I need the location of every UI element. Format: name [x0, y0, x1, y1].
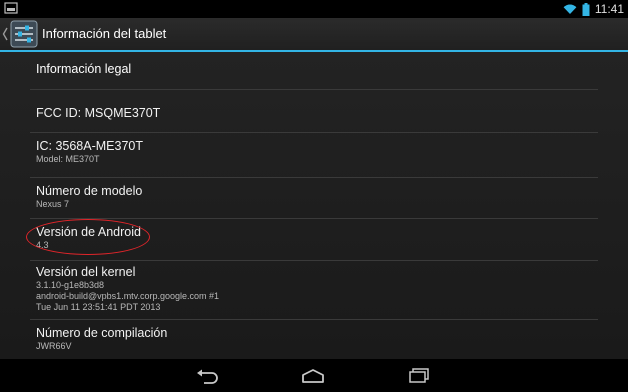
battery-icon — [582, 2, 590, 16]
wifi-icon — [563, 4, 577, 14]
home-icon[interactable] — [300, 366, 326, 386]
list-item-summary: android-build@vpbs1.mtv.corp.google.com … — [36, 291, 220, 301]
list-item-title: Número de modelo — [36, 184, 143, 198]
status-time: 11:41 — [594, 2, 624, 16]
settings-list: Información legal FCC ID: MSQME370T IC: … — [0, 52, 628, 359]
status-indicators: 11:41 — [563, 1, 624, 17]
list-item-title: Información legal — [36, 62, 132, 76]
page-title: Información del tablet — [42, 26, 167, 41]
list-item-title: FCC ID: MSQME370T — [36, 106, 161, 120]
list-item-summary: Tue Jun 11 23:51:41 PDT 2013 — [36, 302, 161, 312]
tablet-screen: 11:41 Información del tablet Información… — [0, 0, 628, 392]
settings-icon[interactable] — [10, 20, 38, 48]
list-item-summary: 3.1.10-g1e8b3d8 — [36, 280, 105, 290]
list-item-title: Número de compilación — [36, 326, 168, 340]
list-item-title: IC: 3568A-ME370T — [36, 139, 143, 153]
recent-apps-icon[interactable] — [406, 366, 432, 386]
up-caret-icon[interactable] — [2, 26, 8, 42]
back-icon[interactable] — [195, 366, 221, 386]
list-item-model-number[interactable]: Número de modelo Nexus 7 — [30, 177, 598, 218]
highlight-ellipse — [26, 219, 150, 255]
list-item-kernel-version[interactable]: Versión del kernel 3.1.10-g1e8b3d8 andro… — [30, 260, 598, 319]
list-item-legal-info[interactable]: Información legal — [30, 52, 598, 89]
list-item-summary: Nexus 7 — [36, 199, 70, 209]
notification-box-icon[interactable] — [4, 2, 18, 14]
action-bar: Información del tablet — [0, 18, 628, 52]
list-item-summary: Model: ME370T — [36, 154, 100, 164]
list-item-fcc-id[interactable]: FCC ID: MSQME370T — [30, 89, 598, 132]
navigation-bar — [0, 359, 628, 392]
list-item-build-number[interactable]: Número de compilación JWR66V — [30, 319, 598, 359]
list-item-summary: JWR66V — [36, 341, 72, 351]
status-bar: 11:41 — [0, 0, 628, 18]
list-item-title: Versión del kernel — [36, 265, 136, 279]
list-item-ic[interactable]: IC: 3568A-ME370T Model: ME370T — [30, 132, 598, 177]
